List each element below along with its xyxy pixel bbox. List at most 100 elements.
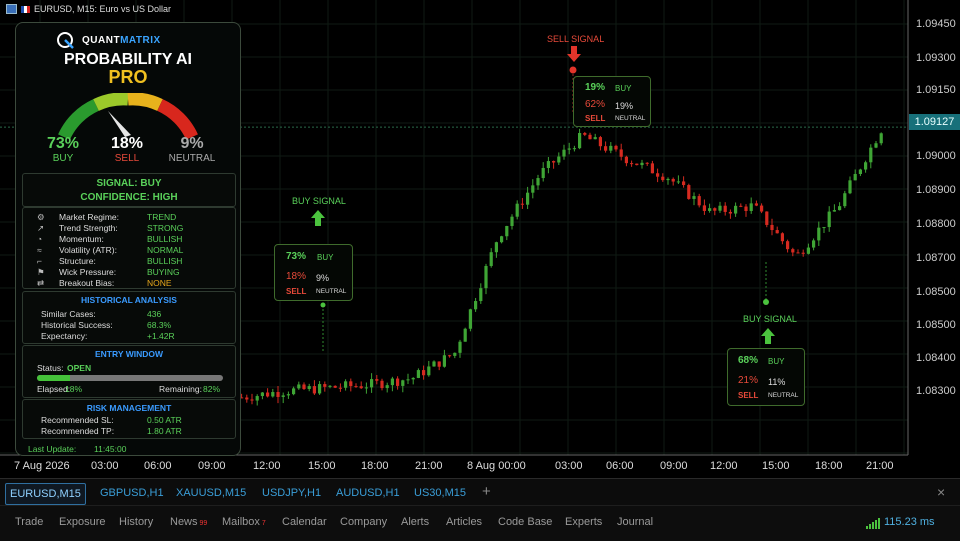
mailbox-badge: 7 (261, 520, 266, 527)
candle (354, 386, 358, 388)
toolbox-tab[interactable]: Company (340, 516, 387, 528)
candle (245, 397, 249, 400)
signal-summary: SIGNAL: BUY CONFIDENCE: HIGH (22, 173, 236, 207)
chart-tab[interactable]: XAUUSD,M15 (172, 483, 250, 503)
candle (453, 352, 457, 356)
candle (552, 161, 556, 163)
toolbox-tab[interactable]: News 99 (170, 516, 207, 528)
toolbox-tab[interactable]: Articles (446, 516, 482, 528)
metric-label: Wick Pressure: (59, 267, 117, 277)
candle (760, 205, 764, 212)
toolbox-tab[interactable]: Journal (617, 516, 653, 528)
candle (874, 143, 878, 148)
candle (484, 265, 488, 289)
metric-value: NONE (147, 278, 172, 288)
buy-arrow-icon (311, 210, 325, 226)
candle (853, 173, 857, 181)
candle (276, 392, 280, 397)
candle (401, 380, 405, 386)
candle (728, 211, 732, 214)
candle (630, 163, 634, 165)
toolbox-tab[interactable]: Trade (15, 516, 43, 528)
news-badge: 99 (199, 520, 208, 527)
signal-dot (320, 302, 326, 308)
candle (255, 396, 259, 401)
candle (567, 148, 571, 150)
risk-label: Recommended TP: (41, 426, 115, 436)
chart-title: EURUSD, M15: Euro vs US Dollar (6, 4, 171, 14)
candle (744, 206, 748, 211)
chart-tab[interactable]: USDJPY,H1 (258, 483, 325, 503)
chart-tab[interactable]: US30,M15 (410, 483, 470, 503)
candle (344, 381, 348, 388)
sell-label: SELL (114, 153, 140, 164)
toolbox-tab[interactable]: Calendar (282, 516, 327, 528)
candle (593, 137, 597, 140)
candle (619, 149, 623, 157)
candle (474, 301, 478, 310)
add-tab-button[interactable]: + (482, 483, 491, 500)
buy-arrow-icon (761, 328, 775, 344)
candle (869, 147, 873, 163)
chart-tab[interactable]: GBPUSD,H1 (96, 483, 168, 503)
signal-box: 19% BUY 62% 19% SELL NEUTRAL (573, 76, 651, 127)
candle (640, 162, 644, 166)
candle (604, 146, 608, 151)
y-axis-label: 1.09300 (916, 52, 956, 64)
close-tabs-button[interactable]: × (937, 484, 945, 500)
chart-tab[interactable]: AUDUSD,H1 (332, 483, 404, 503)
toolbox-tab-label: Alerts (401, 516, 430, 528)
x-axis-label: 8 Aug 00:00 (467, 460, 526, 472)
toolbox-tab[interactable]: Mailbox 7 (222, 516, 266, 528)
y-axis-label: 1.09150 (916, 84, 956, 96)
x-axis-label: 09:00 (198, 460, 226, 472)
product-edition: PRO (108, 67, 148, 87)
brand-name: QUANTMATRIX (82, 34, 161, 46)
candle (385, 385, 389, 389)
x-axis-label: 21:00 (866, 460, 894, 472)
candle (666, 178, 670, 181)
y-axis-label: 1.08700 (916, 252, 956, 264)
candle (843, 193, 847, 207)
metrics-box: ⚙ Market Regime: TREND ↗ Trend Strength: STRO… (22, 207, 236, 289)
risk-value: 0.50 ATR (147, 415, 182, 425)
candle (838, 206, 842, 211)
x-axis-label: 06:00 (606, 460, 634, 472)
candle (307, 386, 311, 389)
toolbox-tab[interactable]: Code Base (498, 516, 552, 528)
candle (713, 208, 717, 211)
metric-label: Trend Strength: (59, 223, 118, 233)
candle (682, 181, 686, 186)
toolbox-tab-label: Trade (15, 516, 44, 528)
candle (624, 156, 628, 164)
signal-box: 68% BUY 21% 11% SELL NEUTRAL (727, 348, 805, 406)
toolbox-tab-label: Calendar (282, 516, 327, 528)
toolbox-tab-label: Exposure (59, 516, 106, 528)
chart-area[interactable]: EURUSD, M15: Euro vs US Dollar 1.09450 1.… (0, 0, 960, 478)
logo-icon (57, 32, 74, 49)
candle (770, 224, 774, 231)
candle (801, 252, 805, 254)
candle (250, 399, 254, 401)
toolbox-tab[interactable]: Experts (565, 516, 602, 528)
toolbox-bar: Trade Exposure History News 99 Mailbox 7 Calend… (0, 505, 960, 541)
chart-tab[interactable]: EURUSD,M15 (5, 483, 86, 505)
candle (557, 156, 561, 163)
toolbox-tab[interactable]: History (119, 516, 153, 528)
candle (427, 366, 431, 376)
candle (749, 203, 753, 211)
signal-box: 73% BUY 18% 9% SELL NEUTRAL (274, 244, 353, 301)
candle (598, 137, 602, 147)
candle (411, 377, 415, 380)
candle (812, 240, 816, 248)
candle (614, 145, 618, 150)
x-axis-label: 15:00 (308, 460, 336, 472)
status-label: Status: (37, 363, 64, 373)
candle (531, 185, 535, 193)
candle (318, 384, 322, 394)
metric-label: Momentum: (59, 234, 104, 244)
history-label: Expectancy: (41, 331, 88, 341)
candle (260, 392, 264, 397)
toolbox-tab[interactable]: Exposure (59, 516, 105, 528)
toolbox-tab[interactable]: Alerts (401, 516, 429, 528)
